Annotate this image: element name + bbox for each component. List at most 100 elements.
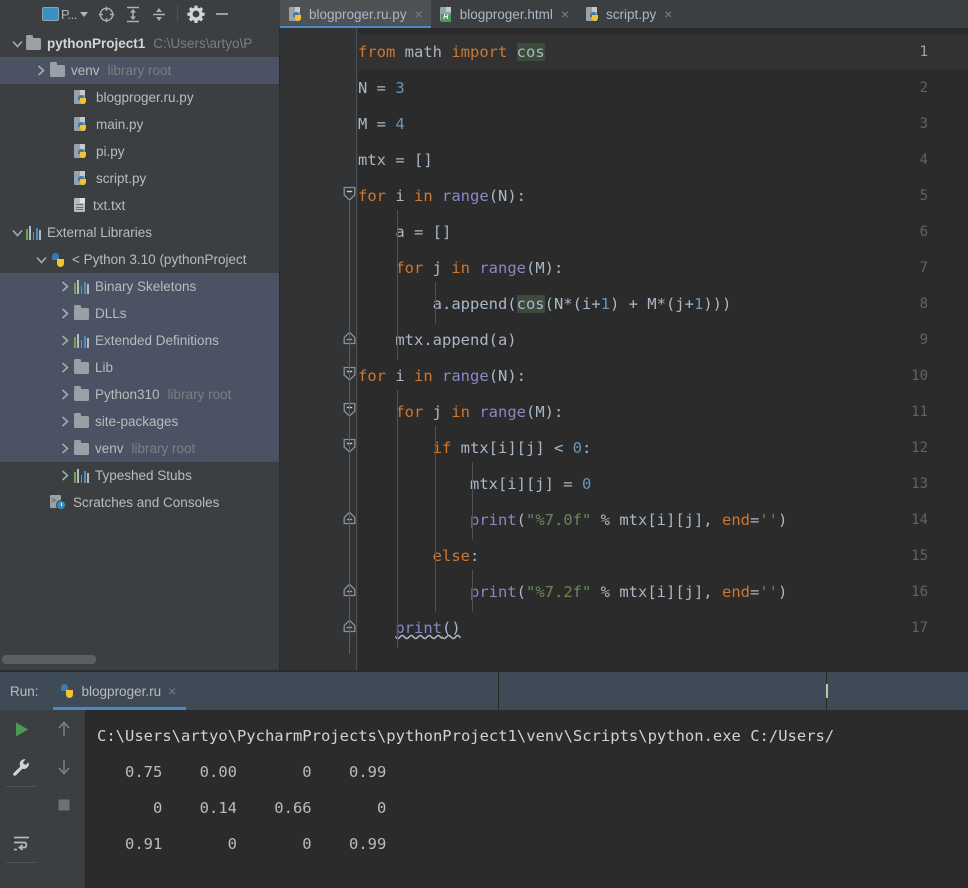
python-file-icon bbox=[289, 6, 303, 22]
chevron-right-icon[interactable] bbox=[56, 308, 74, 319]
collapse-all-button[interactable] bbox=[146, 2, 172, 26]
tree-node-site-packages[interactable]: site-packages bbox=[0, 408, 280, 435]
tree-node-pythonproject1[interactable]: pythonProject1 C:\Users\artyo\P bbox=[0, 30, 280, 57]
tree-node-venv[interactable]: venv library root bbox=[0, 435, 280, 462]
editor-tab-blogproger-html[interactable]: Hblogproger.html × bbox=[430, 0, 578, 28]
tree-node-scratches-and-consoles[interactable]: > Scratches and Consoles bbox=[0, 489, 280, 516]
chevron-down-icon[interactable] bbox=[8, 229, 26, 237]
pycharm-window: P... blogproger.ru.py × H blogproger.htm… bbox=[0, 0, 968, 888]
code-line-6: a = [] bbox=[358, 223, 452, 241]
tree-node-pi-py[interactable]: pi.py bbox=[0, 138, 280, 165]
chevron-right-icon[interactable] bbox=[56, 389, 74, 400]
toolbar-divider bbox=[176, 6, 178, 22]
expand-all-button[interactable] bbox=[120, 2, 146, 26]
tree-node-venv[interactable]: venv library root bbox=[0, 57, 280, 84]
tree-node-binary-skeletons[interactable]: Binary Skeletons bbox=[0, 273, 280, 300]
fold-collapse-marker[interactable] bbox=[342, 186, 357, 201]
editor-gutter[interactable] bbox=[280, 28, 358, 672]
gutter-divider bbox=[356, 28, 357, 672]
code-line-9: mtx.append(a) bbox=[358, 331, 517, 349]
tab-label: script.py bbox=[606, 6, 657, 22]
wrench-icon bbox=[12, 758, 30, 776]
code-content[interactable]: from math import cos N = 3 M = 4 mtx = [] fo… bbox=[358, 28, 968, 672]
tree-node-hint: library root bbox=[131, 441, 196, 456]
code-line-14: print("%7.0f" % mtx[i][j], end='') bbox=[469, 511, 788, 529]
tree-node-python-3-10-pythonproject[interactable]: < Python 3.10 (pythonProject bbox=[0, 246, 280, 273]
project-view-label: P... bbox=[61, 6, 77, 22]
code-line-11: for j in range(M): bbox=[395, 403, 564, 421]
top-row: P... blogproger.ru.py × H blogproger.htm… bbox=[0, 0, 968, 28]
run-header-marker bbox=[826, 684, 828, 698]
python-file-icon bbox=[74, 116, 90, 133]
editor-tab-blogproger-ru-py[interactable]: blogproger.ru.py × bbox=[280, 0, 431, 28]
tree-node-label: DLLs bbox=[95, 306, 127, 321]
tree-node-label: External Libraries bbox=[47, 225, 153, 240]
close-icon[interactable]: × bbox=[664, 7, 672, 21]
scroll-up-button[interactable] bbox=[42, 710, 85, 748]
tab-label: blogproger.ru.py bbox=[309, 6, 407, 22]
stop-button[interactable] bbox=[42, 786, 85, 824]
editor-tab-script-py[interactable]: script.py × bbox=[577, 0, 681, 28]
select-opened-file-button[interactable] bbox=[94, 2, 120, 26]
run-settings-button[interactable] bbox=[0, 748, 42, 786]
project-view-selector[interactable]: P... bbox=[42, 7, 88, 22]
chevron-right-icon[interactable] bbox=[32, 65, 50, 76]
tree-node-txt-txt[interactable]: txt.txt bbox=[0, 192, 280, 219]
code-line-17: print() bbox=[395, 619, 461, 637]
run-console-output[interactable]: C:\Users\artyo\PycharmProjects\pythonPro… bbox=[85, 710, 968, 888]
expand-all-icon bbox=[125, 6, 141, 23]
tree-node-dlls[interactable]: DLLs bbox=[0, 300, 280, 327]
chevron-down-icon[interactable] bbox=[8, 40, 26, 48]
indent-guide bbox=[434, 282, 436, 324]
library-bars-icon bbox=[26, 225, 41, 240]
tree-node-external-libraries[interactable]: External Libraries bbox=[0, 219, 280, 246]
chevron-right-icon[interactable] bbox=[56, 443, 74, 454]
console-output-line: 0.75 0.00 0 0.99 bbox=[97, 763, 387, 781]
soft-wrap-button[interactable] bbox=[0, 824, 42, 862]
html-file-icon: H bbox=[439, 6, 454, 22]
tree-node-python310[interactable]: Python310 library root bbox=[0, 381, 280, 408]
tree-node-script-py[interactable]: script.py bbox=[0, 165, 280, 192]
code-editor[interactable]: 1 2 3 4 5 6 7 8 9 10 11 12 13 14 15 16 17 from math impo… bbox=[280, 28, 968, 672]
chevron-right-icon[interactable] bbox=[56, 470, 74, 481]
tree-node-main-py[interactable]: main.py bbox=[0, 111, 280, 138]
library-bars-icon bbox=[74, 468, 89, 483]
tree-node-label: main.py bbox=[96, 117, 144, 132]
tree-node-extended-definitions[interactable]: Extended Definitions bbox=[0, 327, 280, 354]
chevron-right-icon[interactable] bbox=[56, 335, 74, 346]
tree-node-blogproger-ru-py[interactable]: blogproger.ru.py bbox=[0, 84, 280, 111]
console-output-line: 0.91 0 0 0.99 bbox=[97, 835, 387, 853]
close-icon[interactable]: × bbox=[415, 7, 423, 21]
scratches-icon: > bbox=[50, 495, 67, 510]
rerun-button[interactable] bbox=[0, 710, 42, 748]
chevron-right-icon[interactable] bbox=[56, 281, 74, 292]
run-configuration-tab[interactable]: blogproger.ru × bbox=[52, 672, 187, 710]
chevron-down-icon[interactable] bbox=[32, 256, 50, 264]
text-file-icon bbox=[74, 198, 87, 213]
scroll-down-button[interactable] bbox=[42, 748, 85, 786]
indent-guide bbox=[472, 462, 474, 540]
project-horizontal-scrollbar[interactable] bbox=[2, 655, 96, 664]
folder-icon bbox=[74, 304, 89, 320]
tree-node-label: Scratches and Consoles bbox=[73, 495, 220, 510]
close-icon[interactable]: × bbox=[168, 683, 176, 699]
settings-button[interactable] bbox=[183, 2, 209, 26]
hide-panel-button[interactable] bbox=[209, 2, 235, 26]
code-line-1: from math import cos bbox=[358, 43, 545, 61]
tree-node-label: txt.txt bbox=[93, 198, 126, 213]
vertical-splitter[interactable] bbox=[279, 28, 280, 672]
chevron-right-icon[interactable] bbox=[56, 362, 74, 373]
code-line-3: M = 4 bbox=[358, 115, 405, 133]
python-file-icon bbox=[74, 143, 90, 160]
chevron-right-icon[interactable] bbox=[56, 416, 74, 427]
toolbar-divider-left-2 bbox=[6, 862, 36, 863]
tree-node-label: venv bbox=[71, 63, 100, 78]
run-label: Run: bbox=[10, 683, 39, 699]
tree-node-typeshed-stubs[interactable]: Typeshed Stubs bbox=[0, 462, 280, 489]
close-icon[interactable]: × bbox=[561, 7, 569, 21]
tree-node-lib[interactable]: Lib bbox=[0, 354, 280, 381]
project-tool-window: pythonProject1 C:\Users\artyo\P venv librar… bbox=[0, 28, 280, 672]
python-file-icon bbox=[74, 170, 90, 187]
arrow-up-icon bbox=[56, 720, 72, 738]
indent-guide bbox=[397, 210, 399, 360]
